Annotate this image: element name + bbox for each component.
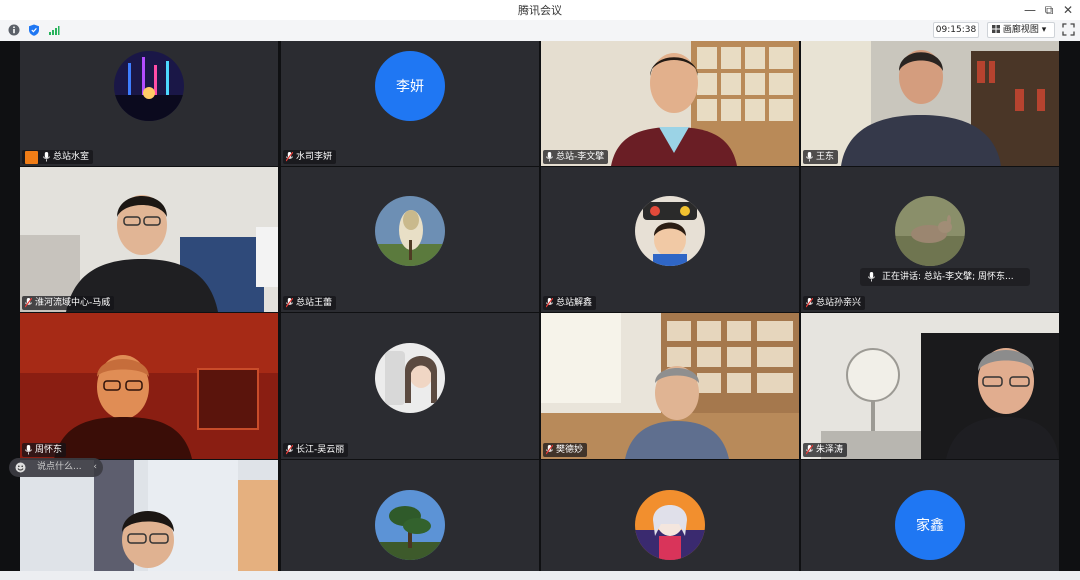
avatar	[375, 490, 445, 560]
participant-tile[interactable]: 朱泽涛	[801, 313, 1059, 459]
signal-icon[interactable]	[48, 24, 60, 36]
participant-tile[interactable]: 总站水室	[20, 41, 278, 166]
name-tag: 王东	[803, 150, 839, 164]
avatar: 李妍	[375, 51, 445, 121]
mic-muted-icon	[806, 298, 813, 308]
participant-tile[interactable]: 总站孙亲兴	[801, 167, 1059, 312]
mic-muted-icon	[806, 445, 813, 455]
grid-view-icon	[992, 25, 1000, 33]
mic-muted-icon	[546, 445, 553, 455]
video-feed	[541, 41, 799, 166]
participant-tile[interactable]	[281, 460, 539, 571]
name-tag: 淮河流域中心-马威	[22, 296, 115, 310]
host-icon	[25, 150, 38, 164]
avatar	[114, 51, 184, 121]
name-tag: 总站王蕾	[283, 296, 337, 310]
mic-muted-icon	[286, 152, 293, 162]
speaking-text: 正在讲话: 总站-李文擘; 周怀东...	[882, 272, 1014, 282]
video-feed	[20, 167, 278, 312]
participant-tile[interactable]	[541, 460, 799, 571]
avatar	[895, 196, 965, 266]
chat-input[interactable]: 说点什么... ‹	[9, 458, 103, 477]
video-feed	[541, 313, 799, 459]
mic-muted-icon	[25, 298, 32, 308]
name-tag: 总站水室	[22, 150, 94, 164]
restore-button[interactable]: ⧉	[1040, 1, 1058, 19]
avatar: 家鑫	[895, 490, 965, 560]
participant-tile[interactable]: 周怀东	[20, 313, 278, 459]
participant-tile[interactable]: 长江-吴云丽	[281, 313, 539, 459]
video-feed	[801, 313, 1059, 459]
minimize-button[interactable]: —	[1021, 1, 1039, 19]
shield-icon[interactable]	[28, 24, 40, 36]
participant-tile[interactable]: 淮河流域中心-马威	[20, 167, 278, 312]
mic-icon	[806, 152, 813, 162]
mic-icon	[546, 152, 553, 162]
participant-tile[interactable]: 李妍 水司李妍	[281, 41, 539, 166]
participant-tile[interactable]: 总站解鑫	[541, 167, 799, 312]
name-tag: 周怀东	[22, 443, 67, 457]
avatar	[635, 196, 705, 266]
participant-tile[interactable]: 王东	[801, 41, 1059, 166]
meeting-timer: 09:15:38	[933, 22, 979, 38]
participant-tile[interactable]: 樊德妙	[541, 313, 799, 459]
chat-placeholder: 说点什么...	[37, 462, 82, 472]
close-button[interactable]: ✕	[1059, 1, 1077, 19]
mic-muted-icon	[546, 298, 553, 308]
name-tag: 樊德妙	[543, 443, 588, 457]
name-tag: 水司李妍	[283, 150, 337, 164]
name-tag: 总站-李文擘	[543, 150, 609, 164]
emoji-icon[interactable]	[15, 462, 26, 473]
chevron-down-icon: ▾	[1041, 25, 1047, 35]
mic-icon	[25, 445, 32, 455]
speaking-indicator: 正在讲话: 总站-李文擘; 周怀东...	[860, 268, 1030, 286]
participant-tile[interactable]: 总站王蕾	[281, 167, 539, 312]
video-feed	[20, 313, 278, 459]
view-mode-label: 画廊视图	[1002, 25, 1039, 35]
chevron-left-icon[interactable]: ‹	[93, 458, 97, 477]
video-feed	[801, 41, 1059, 166]
participant-tile[interactable]: 家鑫	[801, 460, 1059, 571]
bottom-control-bar	[0, 571, 1080, 580]
name-tag: 总站孙亲兴	[803, 296, 866, 310]
window-title: 腾讯会议	[518, 4, 562, 17]
mic-icon	[43, 152, 50, 162]
avatar	[375, 196, 445, 266]
name-tag: 长江-吴云丽	[283, 443, 349, 457]
title-bar: 腾讯会议 — ⧉ ✕	[0, 0, 1080, 20]
participant-tile[interactable]: 总站-李文擘	[541, 41, 799, 166]
meeting-toolbar: 09:15:38 画廊视图 ▾	[0, 20, 1080, 41]
info-icon[interactable]	[8, 24, 20, 36]
name-tag: 总站解鑫	[543, 296, 597, 310]
avatar	[375, 343, 445, 413]
video-grid: 总站水室 李妍 水司李妍 总站-李文擘 王东 淮河流域中心-马威 总站王蕾 总站…	[0, 41, 1080, 580]
fullscreen-icon[interactable]	[1062, 23, 1075, 36]
view-mode-button[interactable]: 画廊视图 ▾	[987, 22, 1055, 38]
mic-muted-icon	[286, 445, 293, 455]
avatar	[635, 490, 705, 560]
mic-icon	[868, 272, 875, 282]
mic-muted-icon	[286, 298, 293, 308]
name-tag: 朱泽涛	[803, 443, 848, 457]
